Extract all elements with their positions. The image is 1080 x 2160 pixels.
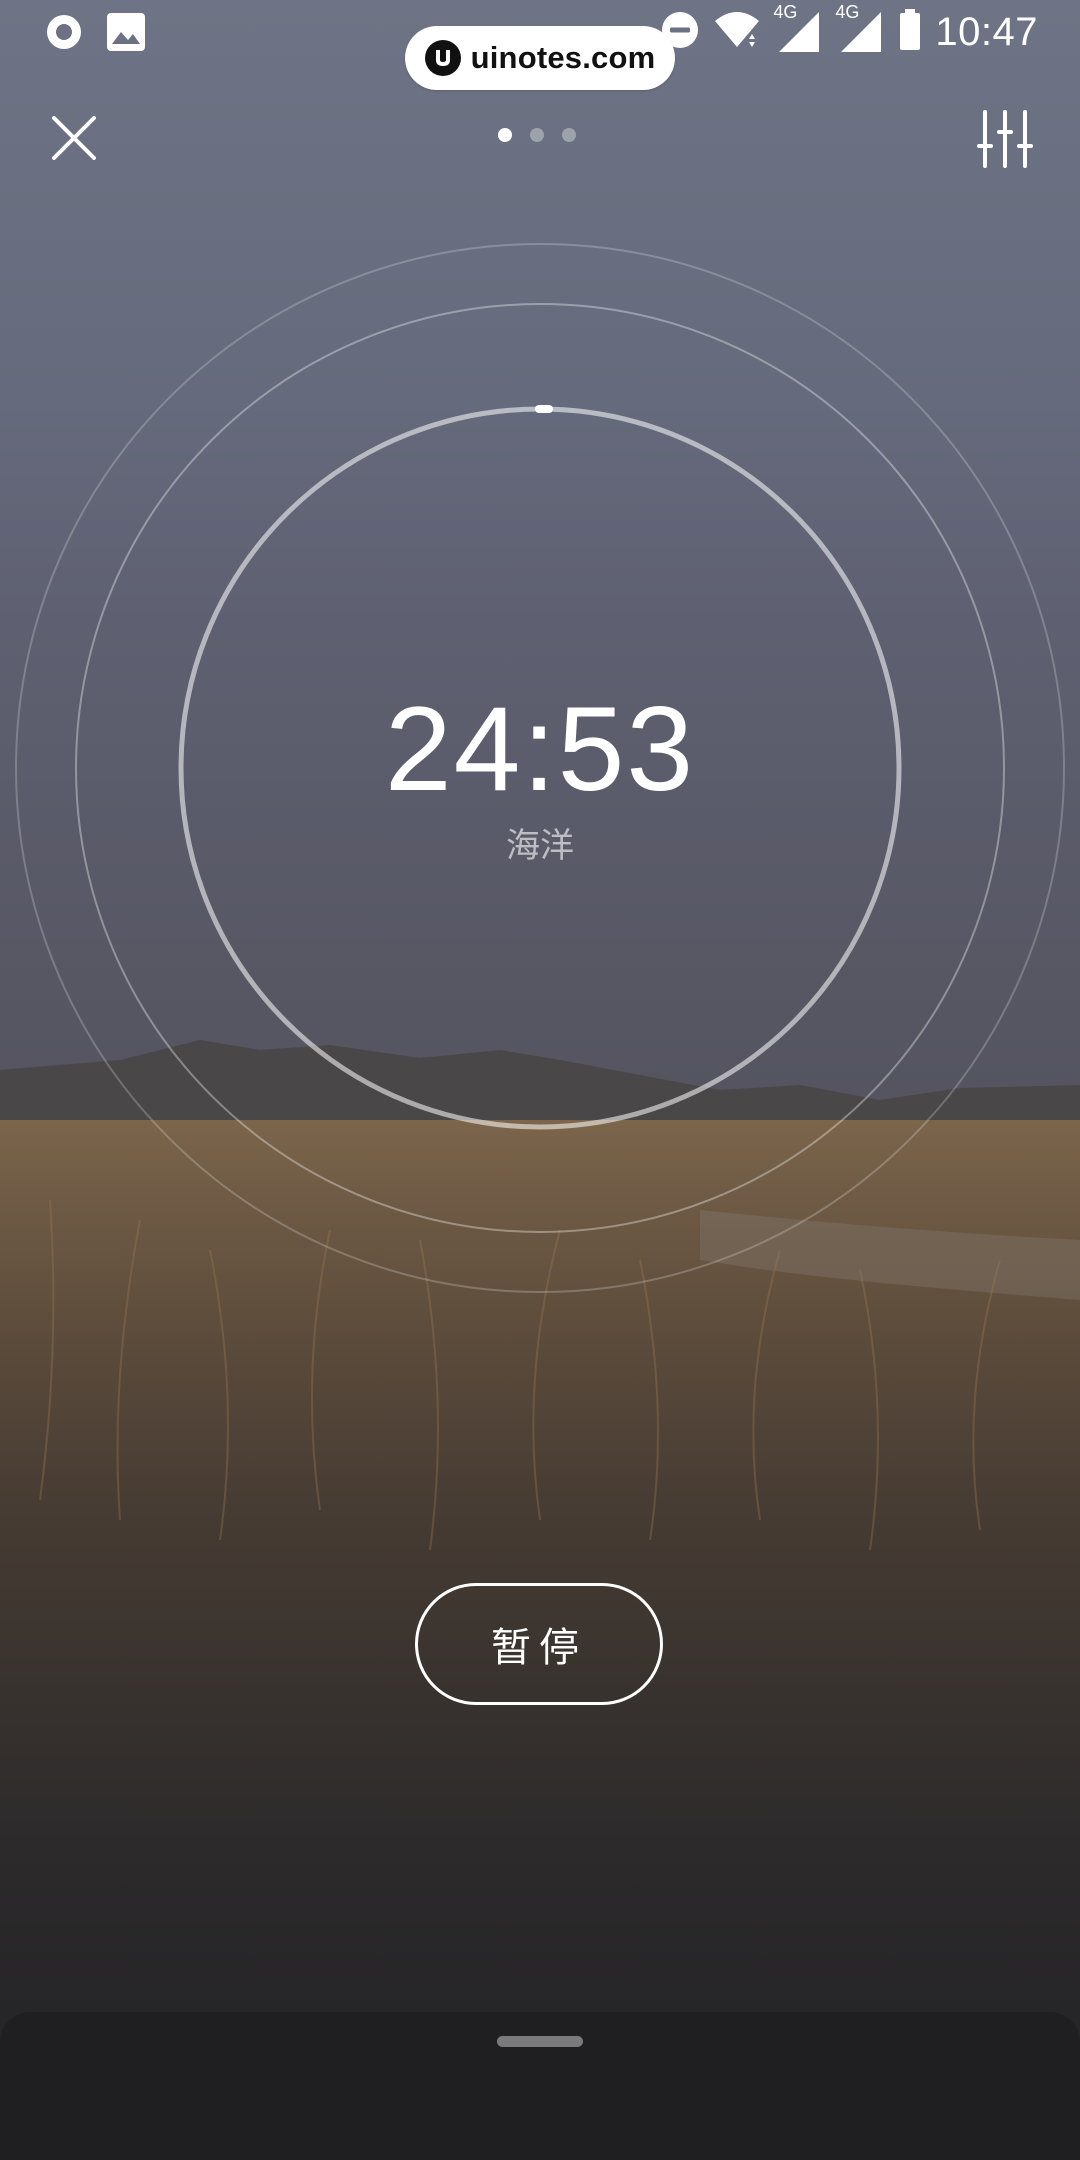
signal-icon: 4G xyxy=(835,2,885,56)
page-dot-3[interactable] xyxy=(562,128,576,142)
network-type-label: 4G xyxy=(773,2,798,22)
background-image xyxy=(0,0,1080,2160)
sliders-icon xyxy=(977,110,1033,168)
sound-name: 海洋 xyxy=(506,826,574,866)
close-button[interactable] xyxy=(44,108,104,168)
page-indicator xyxy=(498,128,576,142)
clock: 10:47 xyxy=(935,9,1038,54)
timer-display: 24:53 xyxy=(384,682,696,816)
pause-button[interactable]: 暂停 xyxy=(415,1583,663,1705)
watermark-logo-icon xyxy=(424,40,461,76)
page-dot-1[interactable] xyxy=(498,128,512,142)
signal-icon: 4G xyxy=(773,2,823,56)
network-type-label: 4G xyxy=(835,2,860,22)
watermark-text: uinotes.com xyxy=(470,40,656,75)
page-dot-2[interactable] xyxy=(530,128,544,142)
record-icon xyxy=(44,12,84,56)
close-icon xyxy=(52,116,96,160)
bottom-sheet[interactable] xyxy=(0,2012,1080,2160)
battery-icon xyxy=(899,9,921,55)
gallery-icon xyxy=(106,12,146,56)
drag-handle[interactable] xyxy=(497,2036,583,2047)
settings-button[interactable] xyxy=(972,106,1038,172)
wifi-icon xyxy=(713,9,761,55)
watermark-badge: uinotes.com xyxy=(405,26,675,90)
